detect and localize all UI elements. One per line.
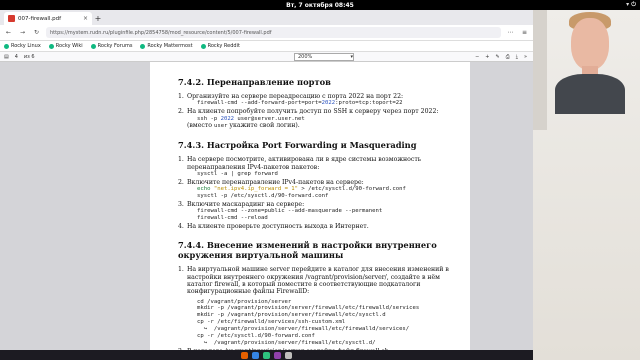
- code-line: sysctl -p /etc/sysctl.d/90-forward.conf: [197, 193, 329, 200]
- bookmark-rocky-reddit[interactable]: Rocky Reddit: [200, 43, 240, 49]
- code-line: ssh -p 2022 user@server.user.net: [197, 115, 305, 122]
- taskbar: [0, 350, 533, 360]
- nav-bar: ← → ↻ https://mystem.rudn.ru/pluginfile.…: [0, 25, 533, 41]
- draw-icon[interactable]: ✎: [496, 54, 500, 60]
- code-line: firewall-cmd --zone=public --add-masquer…: [197, 208, 383, 215]
- system-clock[interactable]: Вт, 7 октября 08:45: [286, 2, 354, 9]
- bookmark-rocky-forums[interactable]: Rocky Forums: [90, 43, 132, 49]
- rocky-icon: [4, 43, 9, 49]
- list-item: 2. На клиенте попробуйте получить доступ…: [178, 108, 460, 130]
- code-line: echo "net.ipv4.ip_forward = 1" > /etc/sy…: [197, 186, 406, 193]
- pdf-viewer[interactable]: 7.4.2. Перенаправление портов 1. Организ…: [0, 62, 533, 360]
- pdf-tools: − + ✎ ⎙ ⤓ »: [475, 54, 527, 60]
- url-bar[interactable]: https://mystem.rudn.ru/pluginfile.php/28…: [46, 27, 501, 38]
- extensions-icon[interactable]: ⋯: [506, 29, 515, 36]
- tab-title: 007-firewall.pdf: [18, 15, 62, 22]
- new-tab-button[interactable]: +: [92, 12, 104, 25]
- browser-window: 007-firewall.pdf × + ← → ↻ https://myste…: [0, 10, 533, 360]
- bookmark-rocky-linux[interactable]: Rocky Linux: [4, 43, 41, 49]
- code-line: cp -r /etc/firewalld/services/ssh-custom…: [197, 319, 346, 326]
- note-text: (вместо user укажите свой логин).: [187, 122, 300, 130]
- section-title: 7.4.2. Перенаправление портов: [178, 77, 331, 87]
- step-list: 1. На виртуальной машине server перейдит…: [178, 266, 460, 355]
- code-line: ↪ /vagrant/provision/server/firewall/etc…: [197, 326, 410, 333]
- forward-icon[interactable]: →: [18, 29, 27, 36]
- reload-icon[interactable]: ↻: [32, 29, 41, 36]
- code-line: mkdir -p /vagrant/provision/server/firew…: [197, 312, 386, 319]
- code-line: cd /vagrant/provision/server: [197, 298, 292, 305]
- more-icon[interactable]: »: [524, 54, 527, 60]
- sidebar-toggle-icon[interactable]: ▤: [4, 54, 9, 60]
- menu-icon[interactable]: ≡: [520, 29, 529, 36]
- step-list: 1. Организуйте на сервере переадресацию …: [178, 93, 460, 130]
- code-line: firewall-cmd --reload: [197, 215, 268, 222]
- list-item: 2. Включите перенаправление IPv4-пакетов…: [178, 179, 460, 200]
- tab-pdf[interactable]: 007-firewall.pdf ×: [4, 12, 92, 25]
- rocky-icon: [200, 43, 206, 49]
- app-icon[interactable]: [274, 351, 281, 359]
- pdf-icon: [8, 15, 15, 22]
- firefox-icon[interactable]: [241, 351, 248, 359]
- pdf-toolbar: ▤ 4 из 6 200% ▾ − + ✎ ⎙ ⤓ »: [0, 52, 533, 62]
- print-icon[interactable]: ⎙: [506, 54, 510, 60]
- chevron-down-icon: ▾: [350, 54, 353, 60]
- code-line: mkdir -p /vagrant/provision/server/firew…: [197, 305, 420, 312]
- zoom-select[interactable]: 200% ▾: [294, 53, 354, 61]
- code-line: firewall-cmd --add-forward-port=port=202…: [197, 100, 403, 107]
- webcam-overlay: [533, 10, 640, 360]
- tab-bar: 007-firewall.pdf × +: [0, 10, 533, 25]
- system-top-bar: Вт, 7 октября 08:45 ▾ ⏻: [0, 0, 640, 10]
- code-line: ↪ /vagrant/provision/server/firewall/etc…: [197, 339, 376, 346]
- section-title: 7.4.3. Настройка Port Forwarding и Masqu…: [178, 140, 417, 151]
- page-total: из 6: [23, 53, 35, 60]
- code-line: sysctl -a | grep forward: [197, 170, 278, 177]
- apps-grid-icon[interactable]: [285, 351, 292, 359]
- rocky-icon: [48, 43, 54, 49]
- zoom-in-icon[interactable]: +: [485, 54, 489, 60]
- list-item: 4. На клиенте проверьте доступность выхо…: [178, 223, 369, 231]
- section-title: 7.4.4. Внесение изменений в настройки вн…: [178, 240, 437, 261]
- back-icon[interactable]: ←: [4, 29, 13, 36]
- terminal-icon[interactable]: [263, 351, 270, 359]
- zoom-value: 200%: [298, 54, 313, 60]
- bookmark-rocky-mattermost[interactable]: Rocky Mattermost: [140, 43, 193, 49]
- step-list: 1. На сервере посмотрите, активирована л…: [178, 156, 460, 230]
- close-icon[interactable]: ×: [83, 15, 88, 22]
- url-text: https://mystem.rudn.ru/pluginfile.php/28…: [50, 29, 272, 36]
- system-tray[interactable]: ▾ ⏻: [626, 1, 636, 9]
- bookmark-rocky-wiki[interactable]: Rocky Wiki: [48, 43, 83, 49]
- pdf-page: 7.4.2. Перенаправление портов 1. Организ…: [150, 62, 470, 360]
- list-item: 3. Включите маскарадинг на сервере: fire…: [178, 201, 460, 222]
- rocky-icon: [90, 43, 96, 49]
- rocky-icon: [140, 43, 146, 49]
- page-number-input[interactable]: 4: [15, 54, 18, 60]
- code-line: cp -r /etc/sysctl.d/90-forward.conf: [197, 333, 315, 340]
- list-item: 1. Организуйте на сервере переадресацию …: [178, 93, 460, 107]
- list-item: 1. На виртуальной машине server перейдит…: [178, 266, 460, 347]
- bookmarks-bar: Rocky Linux Rocky Wiki Rocky Forums Rock…: [0, 41, 533, 52]
- zoom-out-icon[interactable]: −: [475, 54, 479, 60]
- list-item: 1. На сервере посмотрите, активирована л…: [178, 156, 460, 178]
- save-icon[interactable]: ⤓: [516, 54, 518, 60]
- files-icon[interactable]: [252, 351, 259, 359]
